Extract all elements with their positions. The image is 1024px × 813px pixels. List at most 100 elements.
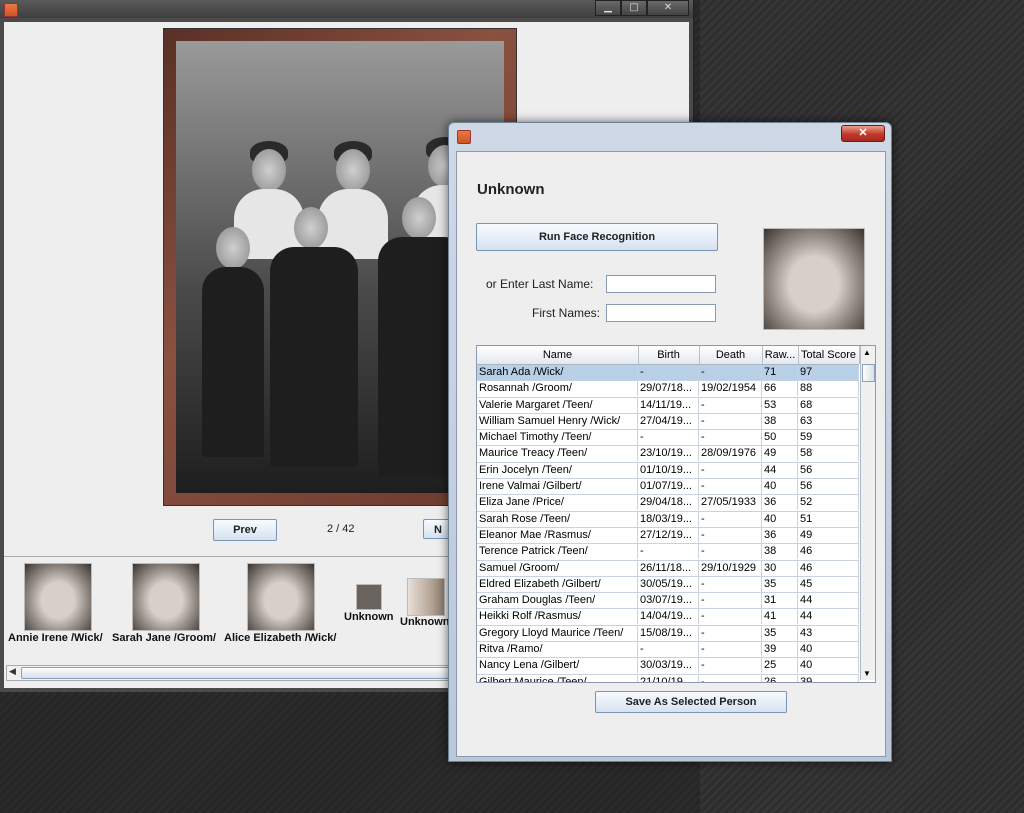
cell-name: Terence Patrick /Teen/ [477, 544, 638, 560]
cell-birth: 03/07/19... [638, 593, 699, 609]
cell-total-score: 49 [798, 527, 859, 543]
cell-death: 29/10/1929 [699, 560, 762, 576]
table-row[interactable]: Gilbert Maurice /Teen/21/10/19... -26 39 [477, 674, 859, 682]
cell-raw: 35 [762, 625, 798, 641]
cell-birth: - [638, 544, 699, 560]
cell-birth: 21/10/19... [638, 674, 699, 682]
thumbnail-name: Unknown [400, 616, 450, 628]
scroll-up-icon[interactable]: ▲ [863, 348, 871, 357]
cell-raw: 71 [762, 365, 798, 380]
photo-figure [252, 149, 286, 191]
scrollbar-thumb[interactable] [862, 364, 875, 382]
table-row[interactable]: Eleanor Mae /Rasmus/27/12/19... -36 49 [477, 527, 859, 545]
cell-total-score: 40 [798, 642, 859, 658]
face-thumbnail[interactable] [24, 563, 92, 631]
cell-birth: 15/08/19... [638, 625, 699, 641]
person-heading: Unknown [477, 181, 545, 198]
save-as-selected-person-button[interactable]: Save As Selected Person [595, 691, 787, 713]
cell-death: - [699, 576, 762, 592]
cell-raw: 26 [762, 674, 798, 682]
face-thumbnail[interactable] [356, 584, 382, 610]
cell-birth: 30/05/19... [638, 576, 699, 592]
run-face-recognition-button[interactable]: Run Face Recognition [476, 223, 718, 251]
cell-total-score: 40 [798, 658, 859, 674]
cell-raw: 53 [762, 397, 798, 413]
cell-total-score: 39 [798, 674, 859, 682]
cell-name: Sarah Rose /Teen/ [477, 511, 638, 527]
table-row[interactable]: Nancy Lena /Gilbert/30/03/19... -25 40 [477, 658, 859, 675]
cell-total-score: 97 [798, 365, 859, 380]
last-name-input[interactable] [606, 275, 716, 293]
cell-death: 19/02/1954 [699, 381, 762, 397]
thumbnail-name: Unknown [344, 611, 394, 623]
table-row[interactable]: Sarah Ada /Wick/- -71 97 [477, 365, 859, 382]
table-row[interactable]: Ritva /Ramo/- -39 40 [477, 642, 859, 659]
table-row[interactable]: Eliza Jane /Price/29/04/18... 27/05/1933 3… [477, 495, 859, 512]
close-button[interactable]: ✕ [647, 0, 689, 16]
cell-name: Maurice Treacy /Teen/ [477, 446, 638, 462]
table-row[interactable]: Valerie Margaret /Teen/14/11/19... -53 68 [477, 397, 859, 414]
face-thumbnail[interactable] [247, 563, 315, 631]
table-row[interactable]: Irene Valmai /Gilbert/01/07/19... -40 56 [477, 479, 859, 496]
table-row[interactable]: Graham Douglas /Teen/03/07/19... -31 44 [477, 593, 859, 610]
column-header-death[interactable]: Death [699, 346, 763, 364]
main-title-bar[interactable]: ▁ □ ✕ [0, 0, 693, 18]
cell-death: 28/09/1976 [699, 446, 762, 462]
cell-death: - [699, 397, 762, 413]
cell-total-score: 52 [798, 495, 859, 511]
table-row[interactable]: Heikki Rolf /Rasmus/14/04/19... -41 44 [477, 609, 859, 626]
cell-death: - [699, 642, 762, 658]
cell-death: - [699, 593, 762, 609]
cell-name: Gilbert Maurice /Teen/ [477, 674, 638, 682]
cell-death: - [699, 658, 762, 674]
cell-death: - [699, 365, 762, 380]
table-row[interactable]: William Samuel Henry /Wick/27/04/19... -3… [477, 413, 859, 431]
cell-name: William Samuel Henry /Wick/ [477, 413, 638, 429]
maximize-button[interactable]: □ [621, 0, 647, 16]
cell-raw: 49 [762, 446, 798, 462]
cell-raw: 66 [762, 381, 798, 397]
cell-death: - [699, 544, 762, 560]
scroll-left-icon[interactable]: ◀ [9, 666, 16, 677]
scroll-down-icon[interactable]: ▼ [863, 669, 871, 678]
cell-raw: 30 [762, 560, 798, 576]
cell-name: Michael Timothy /Teen/ [477, 430, 638, 446]
cell-total-score: 59 [798, 430, 859, 446]
first-names-input[interactable] [606, 304, 716, 322]
minimize-button[interactable]: ▁ [595, 0, 621, 16]
cell-name: Eldred Elizabeth /Gilbert/ [477, 576, 638, 592]
table-row[interactable]: Samuel /Groom/26/11/18... 29/10/1929 30 46 [477, 560, 859, 577]
table-row[interactable]: Sarah Rose /Teen/18/03/19... -40 51 [477, 511, 859, 528]
face-thumbnail[interactable] [407, 578, 445, 616]
cell-death: - [699, 609, 762, 625]
cell-name: Gregory Lloyd Maurice /Teen/ [477, 625, 638, 641]
thumbnail-name: Sarah Jane /Groom/ [112, 632, 216, 644]
cell-death: - [699, 674, 762, 682]
cell-total-score: 63 [798, 413, 859, 429]
dialog-close-button[interactable]: ✕ [841, 125, 885, 142]
cell-birth: 01/07/19... [638, 479, 699, 495]
cell-total-score: 56 [798, 462, 859, 478]
cell-total-score: 43 [798, 625, 859, 641]
photo-figure [202, 267, 264, 457]
cell-death: - [699, 625, 762, 641]
table-row[interactable]: Rosannah /Groom/29/07/18... 19/02/1954 66 8… [477, 381, 859, 398]
column-header-total-score[interactable]: Total Score [798, 346, 860, 364]
table-row[interactable]: Michael Timothy /Teen/- -50 59 [477, 430, 859, 447]
table-scrollbar[interactable]: ▲ ▼ [860, 346, 875, 680]
table-row[interactable]: Terence Patrick /Teen/- -38 46 [477, 544, 859, 561]
table-row[interactable]: Gregory Lloyd Maurice /Teen/15/08/19... -… [477, 625, 859, 643]
table-row[interactable]: Maurice Treacy /Teen/23/10/19... 28/09/19… [477, 446, 859, 463]
column-header-name[interactable]: Name [477, 346, 639, 364]
cell-death: 27/05/1933 [699, 495, 762, 511]
cell-birth: 14/11/19... [638, 397, 699, 413]
table-row[interactable]: Eldred Elizabeth /Gilbert/30/05/19... -35… [477, 576, 859, 594]
cell-birth: 01/10/19... [638, 462, 699, 478]
column-header-birth[interactable]: Birth [638, 346, 700, 364]
cell-raw: 36 [762, 495, 798, 511]
column-header-raw[interactable]: Raw... [762, 346, 799, 364]
table-row[interactable]: Erin Jocelyn /Teen/01/10/19... -44 56 [477, 462, 859, 480]
prev-button[interactable]: Prev [213, 519, 277, 541]
cell-raw: 36 [762, 527, 798, 543]
face-thumbnail[interactable] [132, 563, 200, 631]
